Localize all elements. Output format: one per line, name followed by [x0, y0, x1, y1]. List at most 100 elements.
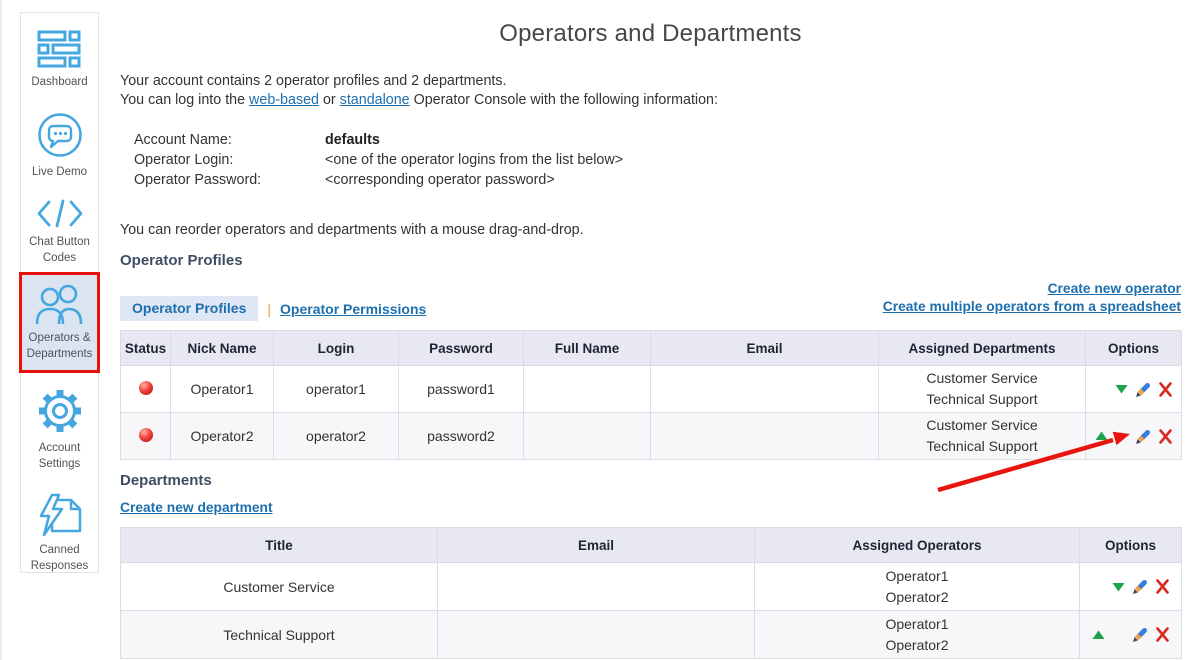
col-email: Email — [438, 528, 755, 563]
move-down-icon[interactable] — [1112, 582, 1125, 592]
full-name-cell — [524, 413, 651, 460]
col-full-name: Full Name — [524, 331, 651, 366]
account-name-value: defaults — [325, 130, 380, 150]
assigned-departments-cell: Customer Service Technical Support — [879, 366, 1086, 413]
assigned-departments-cell: Customer Service Technical Support — [879, 413, 1086, 460]
departments-table: Title Email Assigned Operators Options C… — [120, 527, 1182, 659]
email-cell — [651, 413, 879, 460]
sidebar-item-label: Operators & Departments — [23, 331, 97, 362]
nick-name-cell: Operator1 — [171, 366, 274, 413]
move-down-icon[interactable] — [1115, 384, 1128, 394]
edit-icon[interactable] — [1135, 381, 1152, 398]
sidebar-item-operators-departments[interactable]: Operators & Departments — [21, 274, 98, 371]
standalone-link[interactable]: standalone — [340, 92, 410, 108]
create-new-department-link[interactable]: Create new department — [120, 500, 273, 515]
sidebar-item-account-settings[interactable]: Account Settings — [21, 387, 98, 472]
full-name-cell — [524, 366, 651, 413]
options-cell — [1080, 563, 1182, 611]
operator-row-1[interactable]: Operator1 operator1 password1 Customer S… — [121, 366, 1182, 413]
col-options: Options — [1080, 528, 1182, 563]
intro-line-1: Your account contains 2 operator profile… — [120, 72, 718, 91]
sidebar-item-label: Account Settings — [23, 441, 97, 472]
live-demo-icon — [36, 111, 84, 159]
email-cell — [438, 563, 755, 611]
operator-login-row: Operator Login: <one of the operator log… — [134, 150, 623, 170]
operator-login-label: Operator Login: — [134, 150, 325, 170]
status-cell — [121, 366, 171, 413]
password-cell: password1 — [399, 366, 524, 413]
tab-operator-permissions[interactable]: Operator Permissions — [280, 301, 426, 317]
operator-password-row: Operator Password: <corresponding operat… — [134, 170, 623, 190]
edit-icon[interactable] — [1132, 578, 1149, 595]
operator-profiles-heading: Operator Profiles — [120, 252, 243, 269]
col-email: Email — [651, 331, 879, 366]
create-operator-links: Create new operator Create multiple oper… — [883, 280, 1181, 316]
online-status-icon — [139, 428, 153, 442]
tab-separator: | — [267, 301, 271, 317]
operator-login-value: <one of the operator logins from the lis… — [325, 150, 623, 170]
delete-icon[interactable] — [1156, 579, 1169, 594]
dashboard-icon — [37, 29, 83, 69]
col-status: Status — [121, 331, 171, 366]
sidebar-item-live-demo[interactable]: Live Demo — [21, 111, 98, 181]
chat-button-codes-icon — [36, 198, 84, 229]
col-assigned-operators: Assigned Operators — [755, 528, 1080, 563]
move-up-icon[interactable] — [1095, 431, 1108, 441]
web-based-link[interactable]: web-based — [249, 92, 319, 108]
reorder-note: You can reorder operators and department… — [120, 222, 584, 238]
delete-icon[interactable] — [1159, 382, 1172, 397]
department-row-1[interactable]: Customer Service Operator1 Operator2 — [121, 563, 1182, 611]
title-cell: Technical Support — [121, 611, 438, 659]
sidebar-item-label: Live Demo — [23, 165, 97, 181]
sidebar-item-label: Canned Responses — [23, 543, 97, 574]
email-cell — [438, 611, 755, 659]
sidebar-item-label: Chat Button Codes — [23, 235, 97, 266]
departments-heading: Departments — [120, 472, 212, 489]
intro-line-2: You can log into the web-based or standa… — [120, 91, 718, 110]
operators-table: Status Nick Name Login Password Full Nam… — [120, 330, 1182, 460]
create-new-operator-link[interactable]: Create new operator — [1048, 281, 1181, 296]
sidebar: Dashboard Live Demo Chat Button Codes — [20, 12, 99, 573]
main-content: Operators and Departments Your account c… — [120, 0, 1181, 660]
page-title: Operators and Departments — [120, 20, 1181, 48]
tab-operator-profiles[interactable]: Operator Profiles — [120, 296, 258, 321]
move-up-icon[interactable] — [1092, 630, 1105, 640]
create-multiple-operators-link[interactable]: Create multiple operators from a spreads… — [883, 299, 1181, 314]
operator-row-2[interactable]: Operator2 operator2 password2 Customer S… — [121, 413, 1182, 460]
options-cell — [1086, 366, 1182, 413]
password-cell: password2 — [399, 413, 524, 460]
sidebar-item-chat-button-codes[interactable]: Chat Button Codes — [21, 198, 98, 266]
title-cell: Customer Service — [121, 563, 438, 611]
operator-password-label: Operator Password: — [134, 170, 325, 190]
sidebar-item-label: Dashboard — [23, 75, 97, 91]
window-left-edge — [0, 0, 2, 660]
col-title: Title — [121, 528, 438, 563]
edit-icon[interactable] — [1132, 626, 1149, 643]
account-name-row: Account Name: defaults — [134, 130, 623, 150]
department-row-2[interactable]: Technical Support Operator1 Operator2 — [121, 611, 1182, 659]
nick-name-cell: Operator2 — [171, 413, 274, 460]
operators-departments-icon — [35, 283, 85, 325]
assigned-operators-cell: Operator1 Operator2 — [755, 611, 1080, 659]
operator-password-value: <corresponding operator password> — [325, 170, 555, 190]
col-assigned-departments: Assigned Departments — [879, 331, 1086, 366]
edit-icon[interactable] — [1135, 428, 1152, 445]
email-cell — [651, 366, 879, 413]
sidebar-item-dashboard[interactable]: Dashboard — [21, 29, 98, 91]
assigned-operators-cell: Operator1 Operator2 — [755, 563, 1080, 611]
delete-icon[interactable] — [1156, 627, 1169, 642]
login-cell: operator1 — [274, 366, 399, 413]
options-cell — [1086, 413, 1182, 460]
sidebar-item-canned-responses[interactable]: Canned Responses — [21, 493, 98, 574]
login-cell: operator2 — [274, 413, 399, 460]
account-name-label: Account Name: — [134, 130, 325, 150]
delete-icon[interactable] — [1159, 429, 1172, 444]
col-options: Options — [1086, 331, 1182, 366]
account-credentials-block: Account Name: defaults Operator Login: <… — [134, 130, 623, 190]
operators-table-header-row: Status Nick Name Login Password Full Nam… — [121, 331, 1182, 366]
account-settings-icon — [36, 387, 84, 435]
canned-responses-icon — [37, 493, 83, 537]
col-login: Login — [274, 331, 399, 366]
departments-table-header-row: Title Email Assigned Operators Options — [121, 528, 1182, 563]
options-cell — [1080, 611, 1182, 659]
